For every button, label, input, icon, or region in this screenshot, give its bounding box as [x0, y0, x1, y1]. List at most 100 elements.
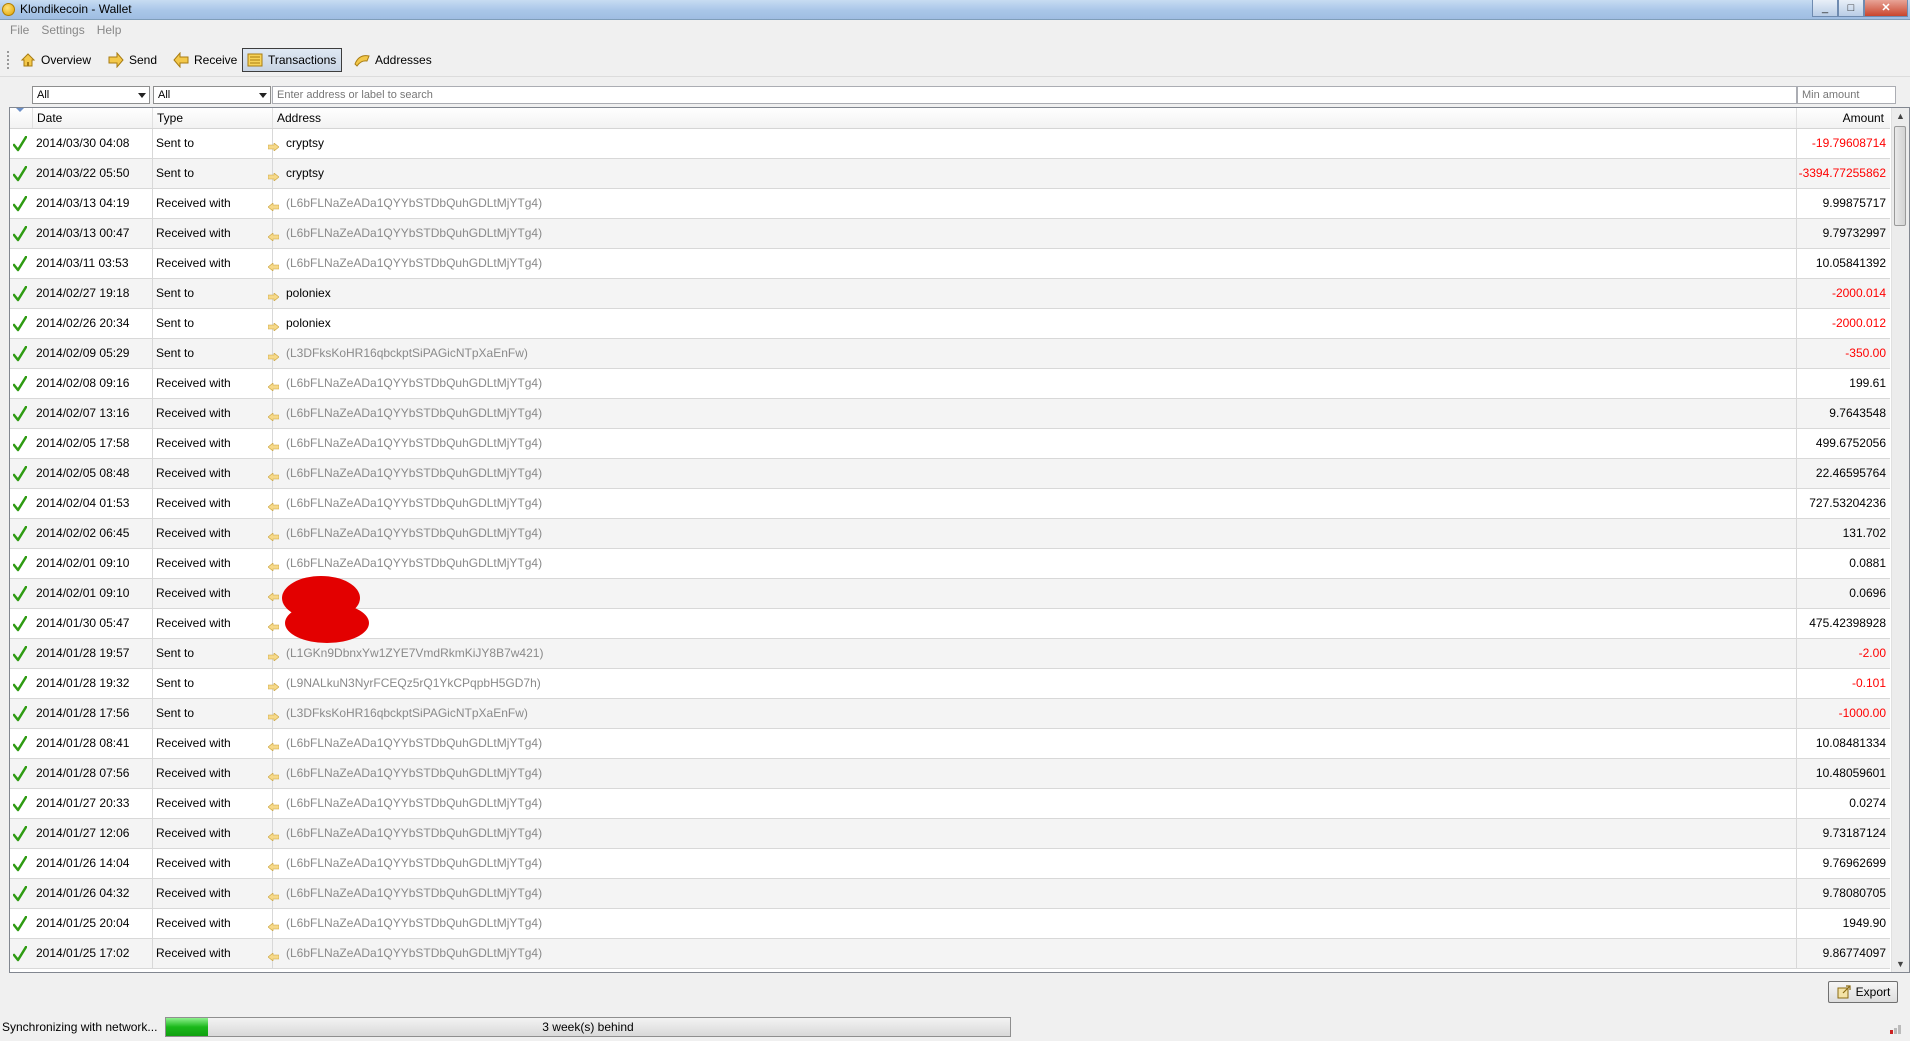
table-row[interactable]: 2014/01/28 17:56 Sent to (L3DFksKoHR16qbck… — [10, 699, 1890, 729]
cell-date: 2014/02/08 09:16 — [36, 376, 130, 390]
table-row[interactable]: 2014/03/11 03:53 Received with (L6bFLNaZeA… — [10, 249, 1890, 279]
table-row[interactable]: 2014/02/02 06:45 Received with (L6bFLNaZeA… — [10, 519, 1890, 549]
tab-send[interactable]: Send — [104, 48, 161, 72]
column-address[interactable]: Address — [272, 108, 1802, 128]
tab-receive[interactable]: Receive — [169, 48, 241, 72]
column-divider — [1796, 699, 1797, 728]
table-row[interactable]: 2014/01/27 12:06 Received with (L6bFLNaZeA… — [10, 819, 1890, 849]
table-row[interactable]: 2014/01/26 14:04 Received with (L6bFLNaZeA… — [10, 849, 1890, 879]
column-divider — [152, 849, 153, 878]
type-filter-select[interactable]: All — [153, 86, 271, 104]
table-row[interactable]: 2014/03/13 04:19 Received with (L6bFLNaZeA… — [10, 189, 1890, 219]
table-row[interactable]: 2014/01/28 19:32 Sent to (L9NALkuN3NyrFCEQ… — [10, 669, 1890, 699]
tab-overview[interactable]: Overview — [16, 48, 95, 72]
table-row[interactable]: 2014/01/25 17:02 Received with (L6bFLNaZeA… — [10, 939, 1890, 969]
cell-amount: 9.79732997 — [1822, 226, 1886, 240]
column-divider — [152, 459, 153, 488]
table-row[interactable]: 2014/01/28 19:57 Sent to (L1GKn9DbnxYw1ZYE… — [10, 639, 1890, 669]
toolbar-grip[interactable] — [7, 51, 9, 71]
cell-address: cryptsy — [286, 136, 325, 150]
table-row[interactable]: 2014/02/27 19:18 Sent to poloniex -2000.014 — [10, 279, 1890, 309]
cell-type: Received with — [156, 766, 231, 780]
cell-date: 2014/02/09 05:29 — [36, 346, 130, 360]
table-row[interactable]: 2014/03/13 00:47 Received with (L6bFLNaZeA… — [10, 219, 1890, 249]
cell-amount: 0.0274 — [1849, 796, 1886, 810]
column-divider — [1796, 369, 1797, 398]
outgoing-arrow-icon — [267, 710, 280, 722]
column-divider — [152, 729, 153, 758]
close-button[interactable]: ✕ — [1864, 0, 1908, 17]
tab-transactions[interactable]: Transactions — [242, 48, 342, 72]
date-filter-select[interactable]: All — [32, 86, 150, 104]
table-row[interactable]: 2014/01/26 04:32 Received with (L6bFLNaZeA… — [10, 879, 1890, 909]
cell-date: 2014/02/26 20:34 — [36, 316, 130, 330]
cell-amount: 10.48059601 — [1815, 766, 1886, 780]
cell-date: 2014/01/30 05:47 — [36, 616, 130, 630]
window-controls: _ □ ✕ — [1812, 0, 1908, 17]
table-row[interactable]: 2014/02/05 17:58 Received with (L6bFLNaZeA… — [10, 429, 1890, 459]
cell-type: Received with — [156, 856, 231, 870]
table-row[interactable]: 2014/03/22 05:50 Sent to cryptsy -3394.7725… — [10, 159, 1890, 189]
table-row[interactable]: 2014/01/28 08:41 Received with (L6bFLNaZeA… — [10, 729, 1890, 759]
export-button[interactable]: Export — [1828, 981, 1898, 1003]
confirmed-check-icon — [12, 825, 28, 845]
column-divider — [152, 519, 153, 548]
table-row[interactable]: 2014/02/07 13:16 Received with (L6bFLNaZeA… — [10, 399, 1890, 429]
transaction-rows: 2014/03/30 04:08 Sent to cryptsy -19.796087… — [10, 129, 1890, 969]
column-divider — [1796, 729, 1797, 758]
table-row[interactable]: 2014/02/26 20:34 Sent to poloniex -2000.012 — [10, 309, 1890, 339]
table-row[interactable]: 2014/02/01 09:10 Received with (L6bFLNaZeA… — [10, 549, 1890, 579]
cell-type: Received with — [156, 226, 231, 240]
column-date[interactable]: Date — [32, 108, 162, 128]
search-input[interactable]: Enter address or label to search — [272, 86, 1797, 104]
scroll-down-icon[interactable]: ▼ — [1892, 956, 1909, 972]
table-row[interactable]: 2014/02/08 09:16 Received with (L6bFLNaZeA… — [10, 369, 1890, 399]
table-row[interactable]: 2014/01/27 20:33 Received with (L6bFLNaZeA… — [10, 789, 1890, 819]
column-divider — [152, 489, 153, 518]
confirmed-check-icon — [12, 225, 28, 245]
table-scrollbar[interactable]: ▲ ▼ — [1891, 108, 1909, 972]
table-row[interactable]: 2014/02/05 08:48 Received with (L6bFLNaZeA… — [10, 459, 1890, 489]
scroll-up-icon[interactable]: ▲ — [1892, 108, 1909, 124]
table-row[interactable]: 2014/01/28 07:56 Received with (L6bFLNaZeA… — [10, 759, 1890, 789]
column-type[interactable]: Type — [152, 108, 272, 128]
column-divider — [1796, 849, 1797, 878]
tab-addresses-label: Addresses — [375, 53, 432, 67]
confirmed-check-icon — [12, 555, 28, 575]
cell-address: (L6bFLNaZeADa1QYYbSTDbQuhGDLtMjYTg4) — [286, 766, 543, 780]
table-row[interactable]: 2014/03/30 04:08 Sent to cryptsy -19.796087… — [10, 129, 1890, 159]
menu-file[interactable]: File — [4, 23, 35, 37]
maximize-button[interactable]: □ — [1838, 0, 1864, 17]
cell-amount: 1949.90 — [1842, 916, 1886, 930]
cell-address: (L6bFLNaZeADa1QYYbSTDbQuhGDLtMjYTg4) — [286, 916, 543, 930]
cell-type: Received with — [156, 796, 231, 810]
minimize-button[interactable]: _ — [1812, 0, 1838, 17]
confirmed-check-icon — [12, 315, 28, 335]
receive-arrow-icon — [173, 52, 189, 68]
table-row[interactable]: 2014/02/04 01:53 Received with (L6bFLNaZeA… — [10, 489, 1890, 519]
tab-addresses[interactable]: Addresses — [350, 48, 436, 72]
scroll-thumb[interactable] — [1894, 126, 1906, 226]
cell-type: Received with — [156, 826, 231, 840]
cell-type: Received with — [156, 466, 231, 480]
window-title: Klondikecoin - Wallet — [20, 2, 132, 16]
column-amount[interactable]: Amount — [1796, 108, 1890, 128]
cell-date: 2014/01/27 12:06 — [36, 826, 130, 840]
tab-receive-label: Receive — [194, 53, 238, 67]
column-divider — [152, 429, 153, 458]
cell-address: (L9NALkuN3NyrFCEQz5rQ1YkCPqpbH5GD7h) — [286, 676, 541, 690]
table-row[interactable]: 2014/01/25 20:04 Received with (L6bFLNaZeA… — [10, 909, 1890, 939]
min-amount-input[interactable]: Min amount — [1797, 86, 1896, 104]
cell-amount: 9.78080705 — [1822, 886, 1886, 900]
cell-amount: 9.73187124 — [1822, 826, 1886, 840]
menu-settings[interactable]: Settings — [35, 23, 90, 37]
cell-type: Received with — [156, 556, 231, 570]
table-row[interactable]: 2014/02/09 05:29 Sent to (L3DFksKoHR16qbck… — [10, 339, 1890, 369]
cell-amount: 9.7643548 — [1829, 406, 1886, 420]
cell-amount: -0.101 — [1851, 676, 1886, 690]
column-divider — [1796, 339, 1797, 368]
redaction-mark — [290, 588, 350, 618]
incoming-arrow-icon — [267, 590, 280, 602]
confirmed-check-icon — [12, 705, 28, 725]
menu-help[interactable]: Help — [91, 23, 128, 37]
